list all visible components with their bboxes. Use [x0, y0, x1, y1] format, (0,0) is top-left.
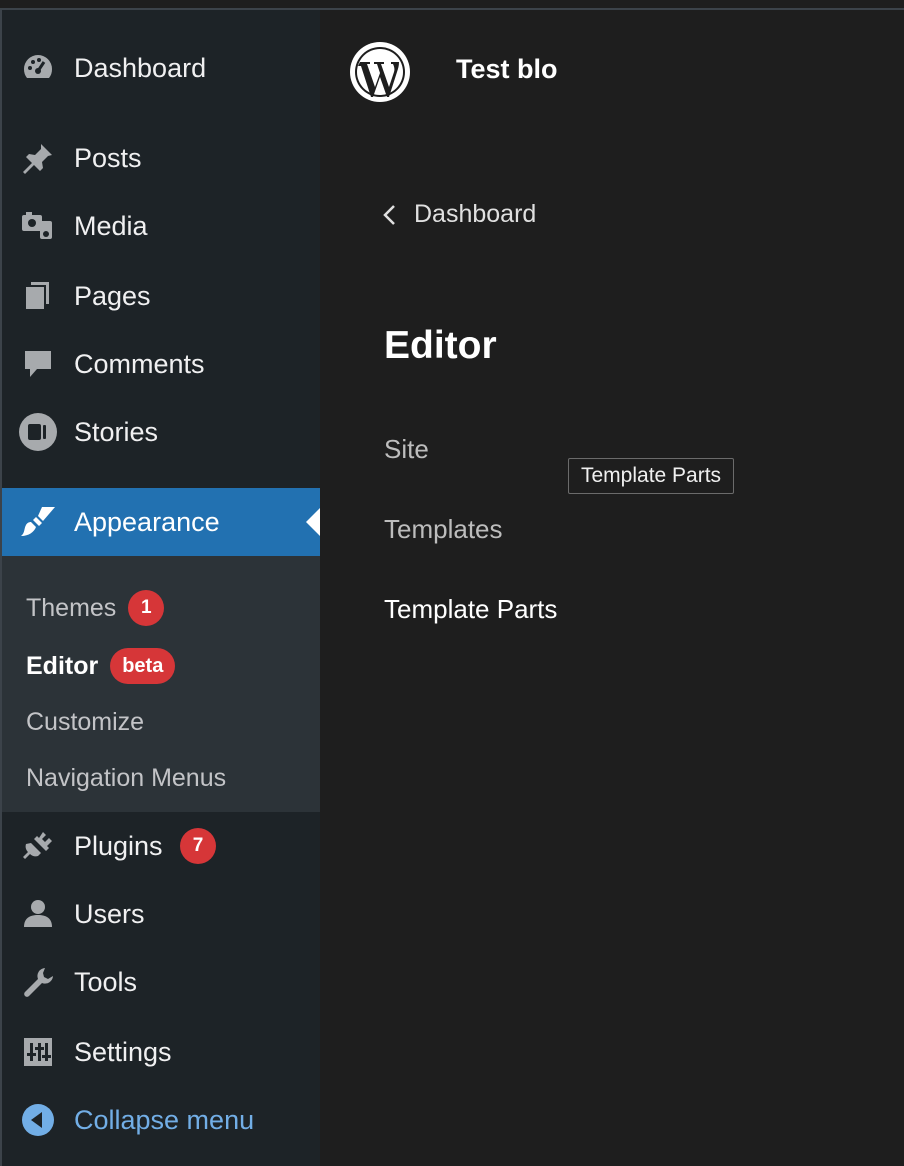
pin-icon: [18, 138, 58, 178]
sidebar-item-label: Plugins: [74, 830, 163, 861]
admin-sidebar: Dashboard Posts Media Pages Comments Sto…: [0, 10, 320, 1166]
paintbrush-icon: [18, 502, 58, 542]
sidebar-item-media[interactable]: Media: [2, 196, 320, 256]
window-top-border: [0, 0, 904, 10]
appearance-submenu: Themes 1 Editor beta Customize Navigatio…: [2, 556, 320, 812]
sidebar-item-label: Comments: [74, 348, 205, 379]
site-editor-panel: Test blo Dashboard Editor Site Templates…: [320, 10, 904, 1166]
collapse-menu-label: Collapse menu: [74, 1104, 255, 1135]
pages-icon: [18, 276, 58, 316]
submenu-item-navigation-menus[interactable]: Navigation Menus: [26, 764, 226, 793]
tooltip: Template Parts: [568, 458, 735, 494]
sidebar-item-tools[interactable]: Tools: [2, 952, 320, 1012]
submenu-item-label: Customize: [26, 708, 145, 736]
user-icon: [18, 894, 58, 934]
sidebar-item-label: Tools: [74, 966, 138, 997]
sidebar-item-comments[interactable]: Comments: [2, 334, 320, 394]
site-title[interactable]: Test blo: [456, 54, 558, 85]
sidebar-item-label: Dashboard: [74, 52, 207, 83]
comment-icon: [18, 344, 58, 384]
nav-link-templates[interactable]: Templates: [384, 514, 503, 545]
nav-link-site[interactable]: Site: [384, 434, 429, 465]
submenu-item-customize[interactable]: Customize: [26, 708, 144, 737]
sidebar-item-label: Stories: [74, 416, 159, 447]
update-count-badge: 1: [128, 590, 165, 626]
plug-icon: [18, 826, 58, 866]
dashboard-icon: [18, 48, 58, 88]
collapse-arrow-icon: [18, 1100, 58, 1140]
submenu-item-label: Editor: [26, 651, 99, 680]
submenu-item-themes[interactable]: Themes 1: [26, 590, 165, 626]
sidebar-item-appearance[interactable]: Appearance: [2, 488, 320, 556]
active-indicator-arrow: [306, 508, 320, 536]
nav-link-template-parts[interactable]: Template Parts: [384, 594, 557, 625]
stories-icon: [18, 412, 58, 452]
sidebar-item-dashboard[interactable]: Dashboard: [2, 38, 320, 98]
settings-sliders-icon: [18, 1032, 58, 1072]
sidebar-item-pages[interactable]: Pages: [2, 266, 320, 326]
sidebar-item-plugins[interactable]: Plugins 7: [2, 816, 320, 876]
sidebar-item-label: Users: [74, 898, 145, 929]
submenu-item-editor[interactable]: Editor beta: [26, 648, 176, 684]
sidebar-item-label: Media: [74, 210, 148, 241]
page-title: Editor: [384, 324, 497, 367]
sidebar-item-posts[interactable]: Posts: [2, 128, 320, 188]
back-link-label: Dashboard: [414, 200, 537, 228]
media-icon: [18, 206, 58, 246]
sidebar-item-users[interactable]: Users: [2, 884, 320, 944]
sidebar-item-label: Posts: [74, 142, 142, 173]
submenu-item-label: Navigation Menus: [26, 764, 227, 792]
beta-badge: beta: [110, 648, 176, 684]
sidebar-item-settings[interactable]: Settings: [2, 1022, 320, 1082]
sidebar-item-label: Settings: [74, 1036, 172, 1067]
collapse-menu-button[interactable]: Collapse menu: [2, 1090, 320, 1150]
wordpress-logo-icon[interactable]: [348, 40, 412, 104]
chevron-left-icon: [383, 204, 395, 225]
sidebar-item-stories[interactable]: Stories: [2, 402, 320, 462]
submenu-item-label: Themes: [26, 593, 117, 622]
wrench-icon: [18, 962, 58, 1002]
back-to-dashboard-link[interactable]: Dashboard: [380, 200, 536, 229]
sidebar-item-label: Appearance: [74, 506, 220, 537]
sidebar-item-label: Pages: [74, 280, 151, 311]
plugin-updates-badge: 7: [180, 828, 216, 864]
